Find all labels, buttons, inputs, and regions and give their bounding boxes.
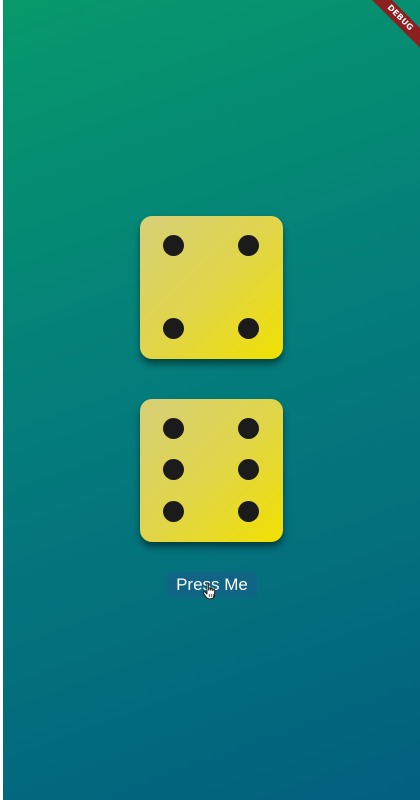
debug-banner-label: DEBUG (364, 0, 420, 54)
die-pip (238, 235, 259, 256)
die-top (140, 216, 283, 359)
die-pip (238, 318, 259, 339)
die-pip (163, 459, 184, 480)
die-pip (238, 459, 259, 480)
die-pip (238, 418, 259, 439)
die-bottom (140, 399, 283, 542)
die-pip (163, 235, 184, 256)
die-pip (163, 318, 184, 339)
hand-pointer-icon (202, 582, 216, 600)
die-pip (238, 501, 259, 522)
debug-banner: DEBUG (360, 0, 420, 60)
die-pip (163, 418, 184, 439)
die-pip (163, 501, 184, 522)
app-screen: DEBUG Press Me (3, 0, 420, 800)
